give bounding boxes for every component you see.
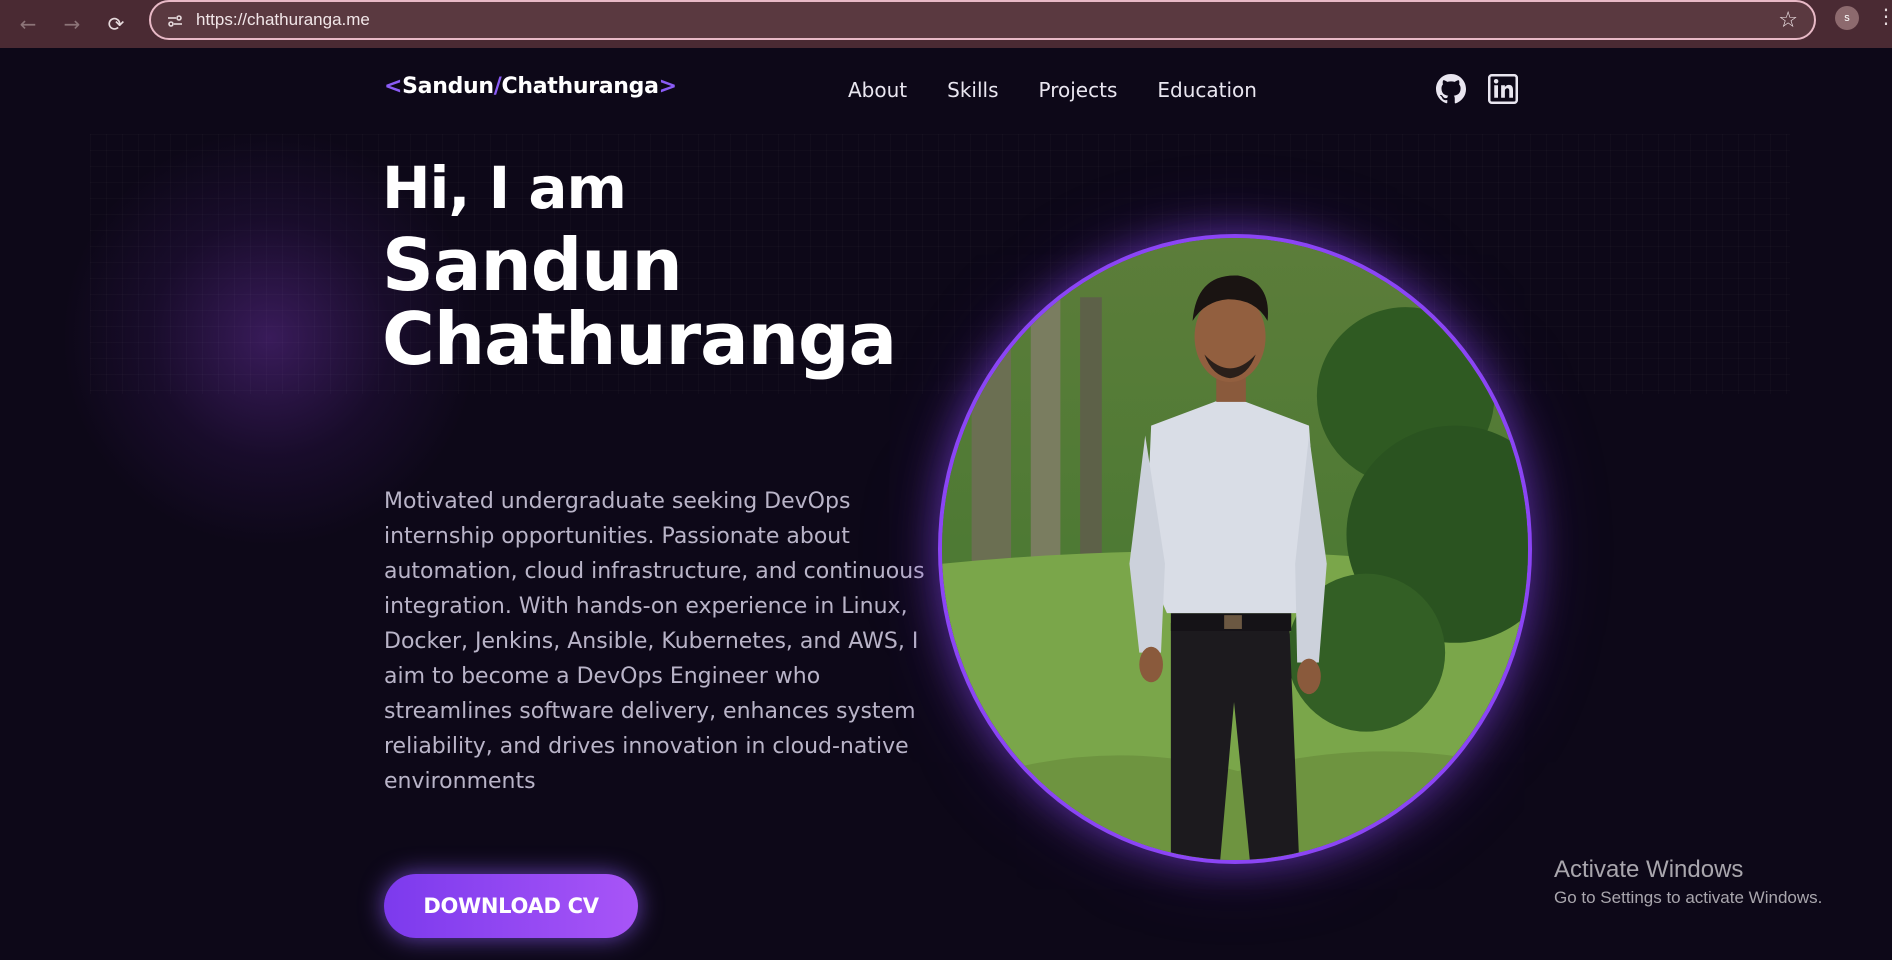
download-cv-button[interactable]: DOWNLOAD CV (384, 874, 638, 938)
site-logo[interactable]: <Sandun/Chathuranga> (384, 74, 677, 99)
windows-activation-watermark: Activate Windows Go to Settings to activ… (1554, 856, 1823, 907)
reload-button[interactable]: ⟳ (100, 8, 132, 40)
nav-about[interactable]: About (848, 78, 907, 102)
nav-education[interactable]: Education (1157, 78, 1257, 102)
bookmark-star-icon[interactable]: ☆ (1778, 8, 1798, 33)
page: <Sandun/Chathuranga> About Skills Projec… (0, 48, 1892, 960)
hero-greeting: Hi, I am (382, 154, 627, 222)
browser-toolbar: ← → ⟳ https://chathuranga.me ☆ s ⋮ (0, 0, 1892, 48)
nav-skills[interactable]: Skills (947, 78, 998, 102)
back-button[interactable]: ← (12, 8, 44, 40)
github-icon[interactable] (1436, 74, 1467, 104)
hero-name: Sandun Chathuranga (382, 223, 897, 381)
browser-menu-icon[interactable]: ⋮ (1876, 4, 1892, 28)
linkedin-icon[interactable] (1488, 74, 1518, 104)
arrow-right-icon: → (63, 12, 81, 36)
url-text[interactable]: https://chathuranga.me (196, 10, 370, 30)
profile-avatar[interactable]: s (1835, 6, 1859, 30)
arrow-left-icon: ← (19, 12, 37, 36)
reload-icon: ⟳ (107, 12, 125, 36)
hero-bio: Motivated undergraduate seeking DevOps i… (384, 489, 925, 794)
social-links (1436, 74, 1518, 104)
profile-photo-illustration (942, 238, 1528, 860)
site-info-icon[interactable] (165, 11, 185, 31)
forward-button[interactable]: → (56, 8, 88, 40)
main-nav: About Skills Projects Education (848, 78, 1257, 102)
address-bar[interactable]: https://chathuranga.me ☆ (149, 0, 1816, 40)
profile-photo (938, 234, 1532, 864)
nav-projects[interactable]: Projects (1039, 78, 1118, 102)
